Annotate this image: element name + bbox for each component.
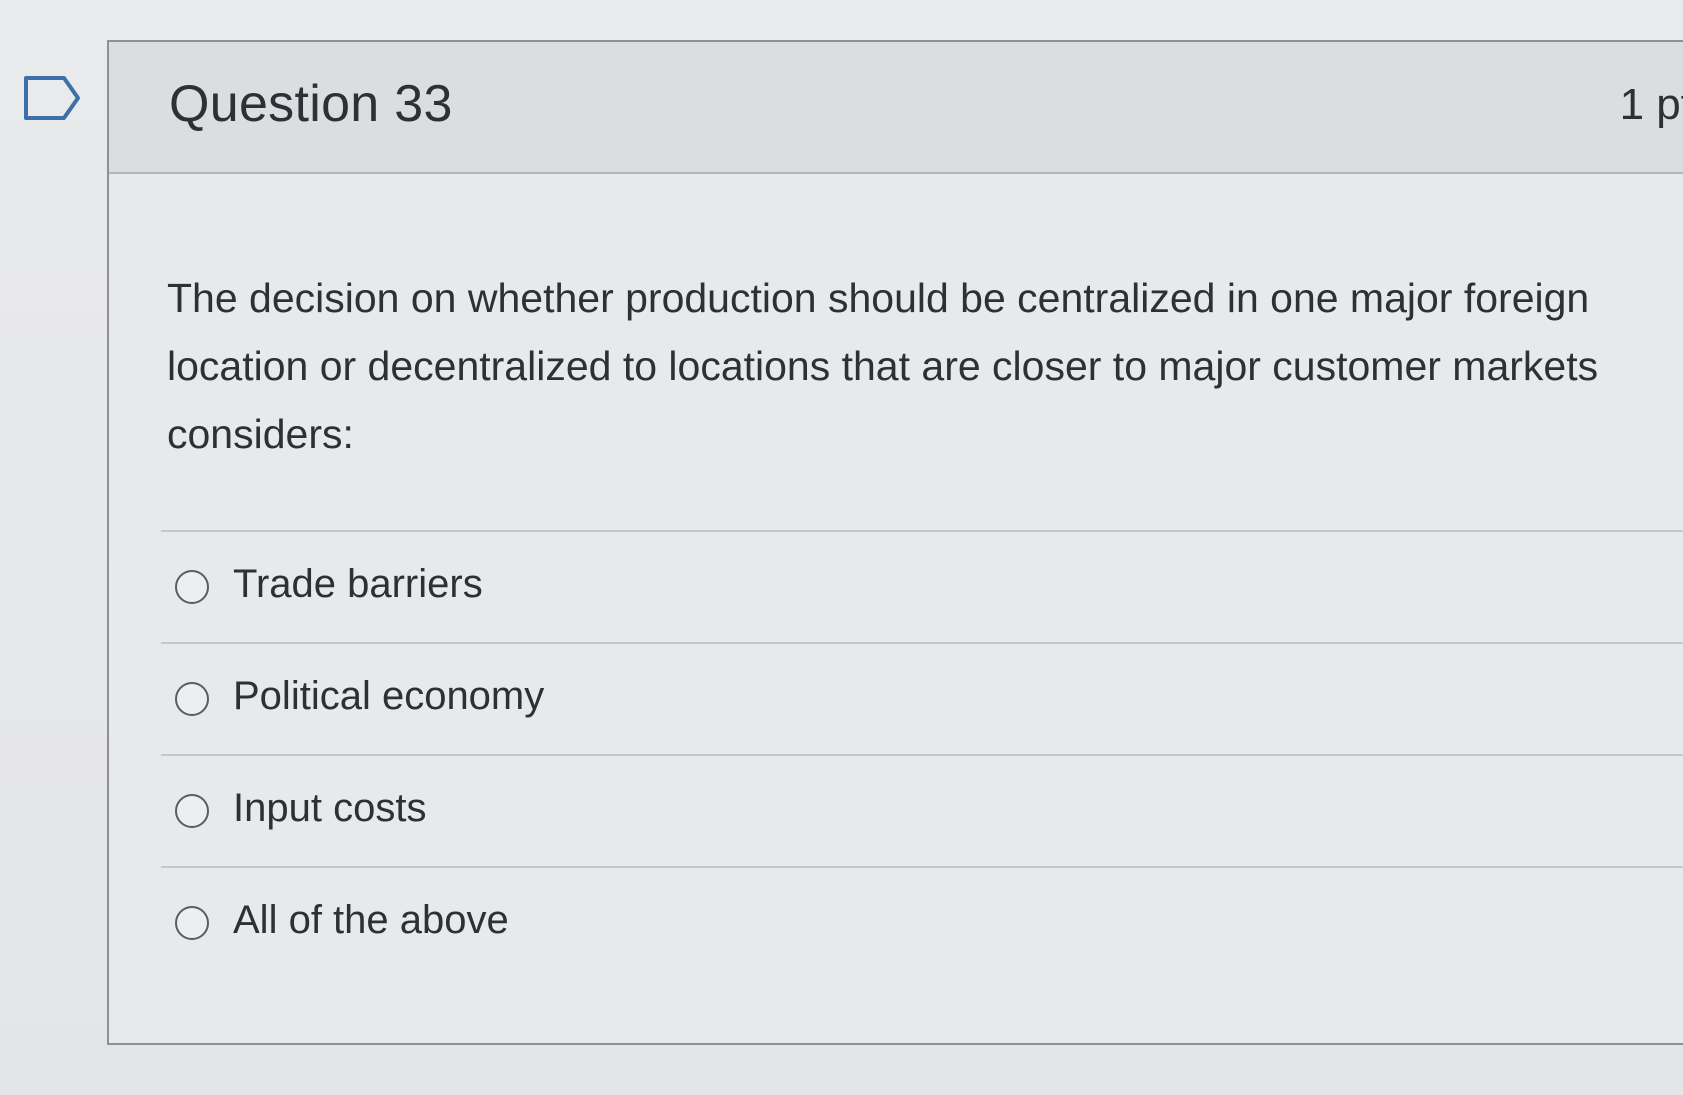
answer-option-all-of-the-above[interactable]: All of the above xyxy=(161,868,1683,980)
flag-question-icon[interactable] xyxy=(22,72,82,124)
quiz-page: Question 33 1 pt The decision on whether… xyxy=(0,0,1683,1095)
radio-unchecked-icon[interactable] xyxy=(175,570,209,604)
question-points: 1 pt xyxy=(1619,80,1683,129)
question-card: Question 33 1 pt The decision on whether… xyxy=(107,40,1683,1045)
answer-label[interactable]: Political economy xyxy=(233,674,544,719)
answer-label[interactable]: All of the above xyxy=(233,898,509,943)
answer-option-input-costs[interactable]: Input costs xyxy=(161,756,1683,868)
radio-unchecked-icon[interactable] xyxy=(175,682,209,716)
radio-unchecked-icon[interactable] xyxy=(175,794,209,828)
answer-option-trade-barriers[interactable]: Trade barriers xyxy=(161,532,1683,644)
answer-list: Trade barriers Political economy Input c… xyxy=(161,530,1683,980)
answer-option-political-economy[interactable]: Political economy xyxy=(161,644,1683,756)
answer-label[interactable]: Input costs xyxy=(233,786,426,831)
radio-unchecked-icon[interactable] xyxy=(175,906,209,940)
answer-label[interactable]: Trade barriers xyxy=(233,562,483,607)
question-title: Question 33 xyxy=(169,75,453,133)
question-text: The decision on whether production shoul… xyxy=(167,275,1599,457)
question-header: Question 33 1 pt xyxy=(109,42,1683,174)
